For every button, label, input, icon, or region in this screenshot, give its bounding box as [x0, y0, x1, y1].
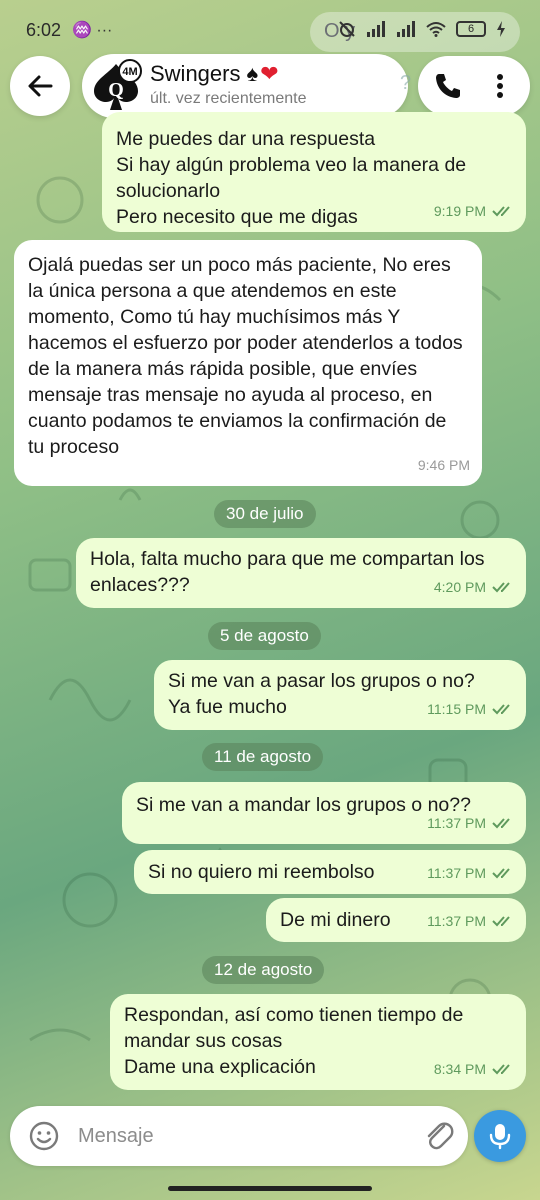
- double-check-icon: [492, 206, 510, 217]
- voice-record-button[interactable]: [474, 1110, 526, 1162]
- message-meta: 4:20 PM: [434, 574, 514, 600]
- status-bar: 6:02 ♒ ··· O y 6: [0, 0, 540, 56]
- message-meta: 11:37 PM: [427, 810, 514, 836]
- paperclip-icon[interactable]: [422, 1118, 456, 1154]
- message-meta: 8:34 PM: [434, 1056, 514, 1082]
- message-bubble-outgoing[interactable]: Me puedes dar una respuesta Si hay algún…: [102, 112, 526, 232]
- wifi-icon: [426, 22, 446, 37]
- date-separator: 5 de agosto: [208, 622, 321, 650]
- message-bubble-incoming[interactable]: Ojalá puedas ser un poco más paciente, N…: [14, 240, 482, 486]
- message-bubble-outgoing[interactable]: Respondan, así como tienen tiempo de man…: [110, 994, 526, 1090]
- message-meta: 11:37 PM: [427, 860, 514, 886]
- double-check-icon: [492, 1064, 510, 1075]
- message-meta: 9:19 PM: [434, 198, 514, 224]
- avatar-badge: 4M: [122, 66, 137, 78]
- message-text: Ojalá puedas ser un poco más paciente, N…: [28, 254, 463, 458]
- back-button[interactable]: [10, 56, 70, 116]
- microphone-icon: [489, 1124, 511, 1150]
- message-time: 11:37 PM: [427, 815, 486, 831]
- message-time: 11:37 PM: [427, 865, 486, 881]
- message-time: 9:19 PM: [433, 203, 486, 219]
- chat-title-text: Swingers: [150, 61, 241, 86]
- partially-hidden-text: ?: [400, 72, 412, 94]
- message-bubble-outgoing[interactable]: Si me van a mandar los grupos o no?? 11:…: [122, 782, 526, 844]
- message-bubble-outgoing[interactable]: Si me van a pasar los grupos o no? Ya fu…: [154, 660, 526, 730]
- clock: 6:02: [26, 20, 62, 40]
- message-time: 11:15 PM: [427, 701, 486, 717]
- message-bubble-outgoing[interactable]: De mi dinero 11:37 PM: [266, 898, 526, 942]
- double-check-icon: [492, 818, 510, 829]
- message-bubble-outgoing[interactable]: Hola, falta mucho para que me compartan …: [76, 538, 526, 608]
- heart-icon: ❤: [260, 61, 281, 86]
- battery-icon: 6: [456, 21, 486, 37]
- message-meta: 9:46 PM: [418, 452, 470, 478]
- charging-icon: [497, 21, 505, 37]
- last-seen-status: últ. vez recientemente: [150, 90, 307, 107]
- message-composer: [10, 1106, 468, 1166]
- alarm-off-icon: [339, 21, 355, 37]
- message-time: 11:37 PM: [427, 913, 486, 929]
- header-actions: [418, 56, 530, 116]
- message-meta: 11:15 PM: [427, 696, 514, 722]
- message-bubble-outgoing[interactable]: Si no quiero mi reembolso 11:37 PM: [134, 850, 526, 894]
- avatar-letter: Q: [108, 79, 124, 101]
- message-input[interactable]: [78, 1120, 398, 1152]
- home-indicator[interactable]: [168, 1186, 372, 1191]
- message-time: 9:46 PM: [417, 457, 470, 473]
- message-time: 4:20 PM: [433, 579, 486, 595]
- message-meta: 11:37 PM: [427, 908, 514, 934]
- arrow-left-icon: [28, 75, 53, 97]
- emoji-icon[interactable]: [28, 1120, 60, 1152]
- double-check-icon: [492, 582, 510, 593]
- title-suits: ♠❤: [246, 61, 280, 86]
- signal-icon: [367, 21, 385, 37]
- date-separator: 11 de agosto: [202, 743, 324, 771]
- chat-header[interactable]: Q 4M Swingers ♠❤ últ. vez recientemente: [82, 54, 408, 118]
- double-check-icon: [492, 868, 510, 879]
- spade-icon: ♠: [246, 61, 261, 86]
- more-vertical-icon[interactable]: [488, 70, 512, 102]
- chat-title: Swingers ♠❤: [150, 61, 281, 87]
- signal-icon-2: [397, 21, 415, 37]
- message-time: 8:34 PM: [433, 1061, 486, 1077]
- notification-icons: ♒ ···: [72, 22, 113, 39]
- double-check-icon: [492, 704, 510, 715]
- avatar[interactable]: Q 4M: [88, 58, 144, 114]
- date-separator: 12 de agosto: [202, 956, 325, 984]
- double-check-icon: [492, 916, 510, 927]
- system-icons: 6: [338, 20, 506, 38]
- phone-icon[interactable]: [432, 70, 464, 102]
- date-separator: 30 de julio: [214, 500, 316, 528]
